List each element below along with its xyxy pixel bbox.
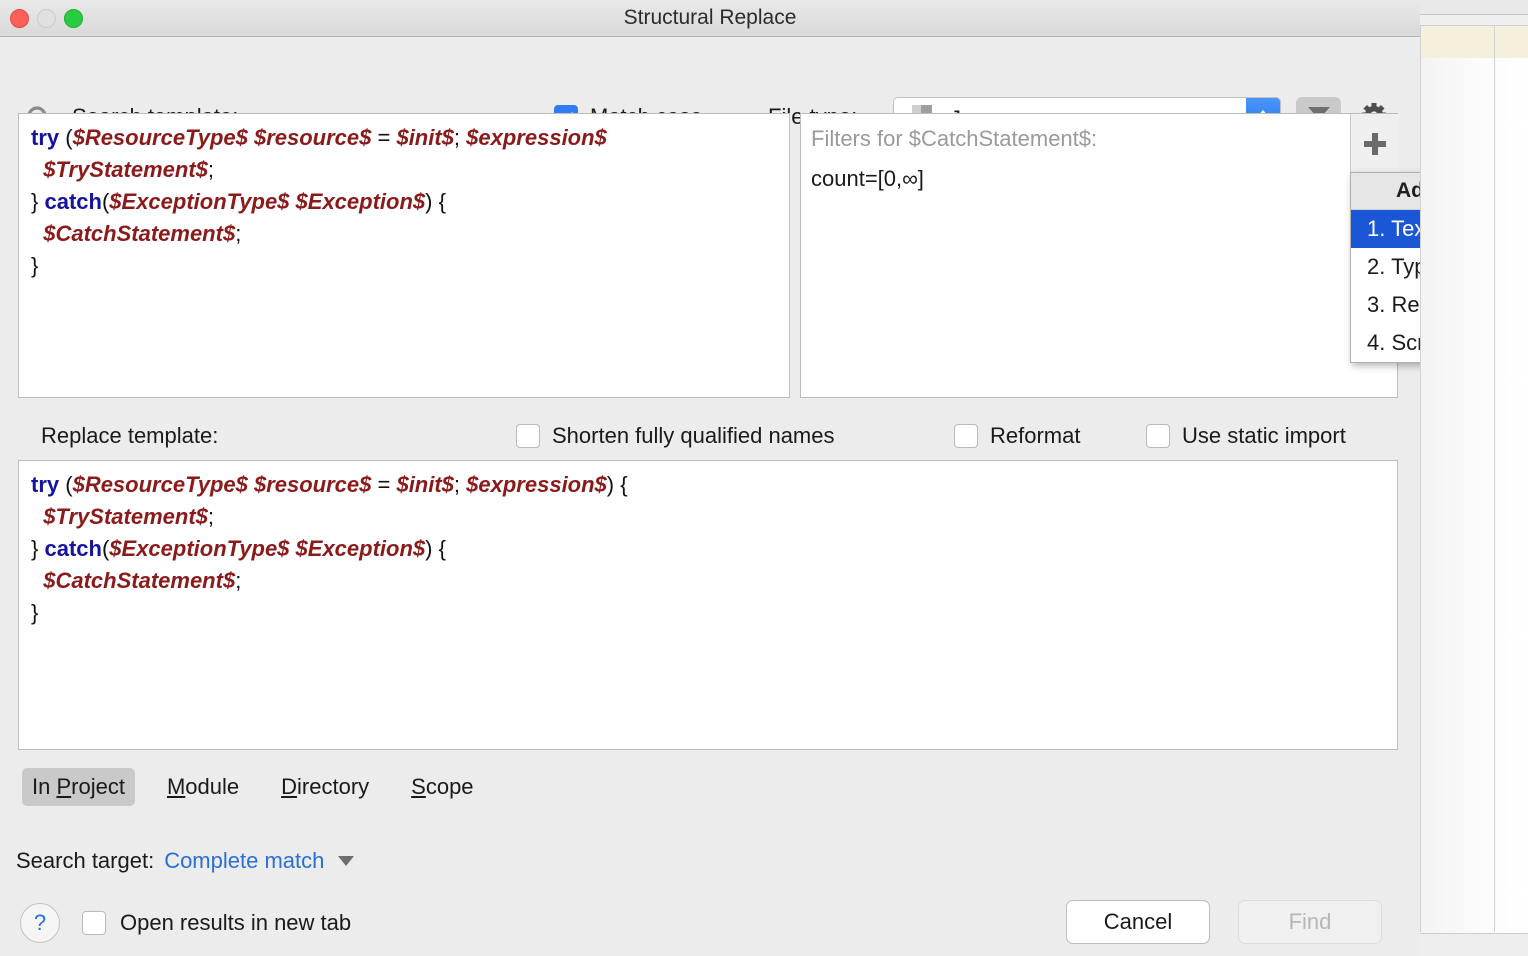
reformat-label: Reformat <box>990 423 1081 448</box>
shorten-names-option[interactable]: Shorten fully qualified names <box>516 423 835 449</box>
use-static-import-checkbox[interactable] <box>1146 424 1170 448</box>
open-results-option[interactable]: Open results in new tab <box>82 910 351 936</box>
help-button[interactable]: ? <box>20 903 60 943</box>
menu-item-script[interactable]: 4. Script <box>1351 324 1420 362</box>
use-static-import-label: Use static import <box>1182 423 1346 448</box>
cancel-button[interactable]: Cancel <box>1066 900 1210 944</box>
search-target-label: Search target: <box>16 848 155 873</box>
window-title: Structural Replace <box>623 6 797 29</box>
title-bar: Structural Replace <box>0 0 1420 37</box>
search-template-editor[interactable]: try ($ResourceType$ $resource$ = $init$;… <box>18 113 790 398</box>
background-ide-window <box>1412 0 1528 956</box>
reformat-option[interactable]: Reformat <box>954 423 1080 449</box>
search-target-row: Search target: Complete match <box>16 848 355 874</box>
background-divider-right <box>1494 26 1495 932</box>
add-filter-button[interactable] <box>1350 114 1399 174</box>
shorten-names-checkbox[interactable] <box>516 424 540 448</box>
scope-tab-module[interactable]: Module <box>157 768 249 806</box>
open-results-checkbox[interactable] <box>82 911 106 935</box>
background-highlight-band <box>1420 26 1528 58</box>
structural-replace-dialog: Structural Replace Search template: Matc… <box>0 0 1420 956</box>
add-filter-menu-header: Add Filter <box>1351 173 1420 210</box>
footer-left: ? Open results in new tab <box>20 903 351 943</box>
menu-item-type[interactable]: 2. Type <box>1351 248 1420 286</box>
filter-item-count[interactable]: count=[0,∞] <box>811 166 924 192</box>
plus-icon <box>1364 133 1386 155</box>
use-static-import-option[interactable]: Use static import <box>1146 423 1346 449</box>
background-divider-left <box>1420 26 1421 932</box>
replace-template-code: try ($ResourceType$ $resource$ = $init$;… <box>31 472 628 625</box>
replace-template-editor[interactable]: try ($ResourceType$ $resource$ = $init$;… <box>18 460 1398 750</box>
scope-tab-directory[interactable]: Directory <box>271 768 379 806</box>
search-template-code: try ($ResourceType$ $resource$ = $init$;… <box>31 125 607 278</box>
menu-item-text[interactable]: 1. Text <box>1351 210 1420 248</box>
footer-buttons: Cancel Find <box>1066 900 1382 944</box>
background-toolbar-secondary <box>1412 15 1528 26</box>
scope-tabs: In Project Module Directory Scope <box>22 768 484 806</box>
background-status-bar <box>1412 933 1528 956</box>
chevron-down-icon[interactable] <box>338 856 355 866</box>
reformat-checkbox[interactable] <box>954 424 978 448</box>
search-target-value[interactable]: Complete match <box>164 848 324 874</box>
open-results-label: Open results in new tab <box>120 910 352 935</box>
filters-panel: Filters for $CatchStatement$: count=[0,∞… <box>800 113 1398 398</box>
add-filter-menu: Add Filter 1. Text 2. Type 3. Reference … <box>1350 172 1420 363</box>
scope-tab-in-project[interactable]: In Project <box>22 768 135 806</box>
shorten-names-label: Shorten fully qualified names <box>552 423 835 448</box>
menu-item-reference[interactable]: 3. Reference <box>1351 286 1420 324</box>
search-header-row: Search template: Match case File type: J… <box>0 37 1420 141</box>
replace-template-label: Replace template: <box>41 423 219 448</box>
screen: Structural Replace Search template: Matc… <box>0 0 1528 956</box>
find-button: Find <box>1238 900 1382 944</box>
background-toolbar <box>1412 0 1528 15</box>
filters-panel-title: Filters for $CatchStatement$: <box>811 126 1098 151</box>
scope-tab-scope[interactable]: Scope <box>401 768 483 806</box>
